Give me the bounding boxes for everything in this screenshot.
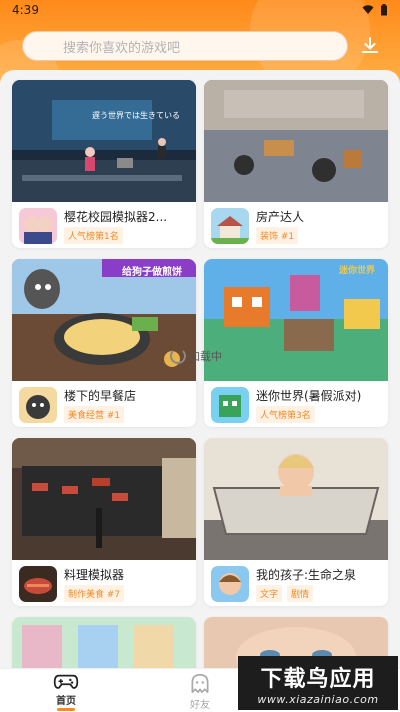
game-title: 楼下的早餐店 xyxy=(64,389,137,403)
game-card[interactable]: 给狗子做煎饼 楼下的早餐店 美食经营 #1 xyxy=(12,259,196,427)
game-tags: 制作美食 #7 xyxy=(64,585,125,602)
thumbnail-caption: 迷你世界 xyxy=(339,266,376,276)
watermark: 下载鸟应用 www.xiazainiao.com xyxy=(238,656,398,710)
thumbnail-caption: 给狗子做煎饼 xyxy=(122,267,182,278)
download-icon xyxy=(362,37,378,53)
game-thumbnail xyxy=(12,438,196,560)
tab-friends[interactable]: 好友 xyxy=(170,673,230,711)
game-tag: 制作美食 #7 xyxy=(64,585,125,602)
game-thumbnail xyxy=(12,617,196,668)
game-tags: 文字 剧情 xyxy=(256,585,314,602)
game-title: 樱花校园模拟器2... xyxy=(64,210,168,224)
game-icon xyxy=(19,566,57,602)
game-tag: 剧情 xyxy=(287,585,314,602)
game-thumbnail: 给狗子做煎饼 xyxy=(12,259,196,381)
game-icon xyxy=(211,566,249,602)
game-icon xyxy=(211,387,249,423)
thumbnail-caption: 遅う世界では生きている xyxy=(92,111,180,120)
game-tag: 人气榜第3名 xyxy=(256,406,315,423)
download-button[interactable] xyxy=(357,33,383,59)
battery-icon xyxy=(381,4,387,16)
gamepad-icon xyxy=(53,674,79,689)
tab-home-label: 首页 xyxy=(56,696,76,708)
game-tag: 人气榜第1名 xyxy=(64,227,123,244)
game-tags: 美食经营 #1 xyxy=(64,406,125,423)
game-thumbnail xyxy=(204,80,388,202)
game-tag: 文字 xyxy=(256,585,283,602)
game-tag: 美食经营 #1 xyxy=(64,406,125,423)
game-card[interactable]: 遅う世界では生きている 樱花校园模拟器2... 人气榜第1名 xyxy=(12,80,196,248)
game-icon xyxy=(19,387,57,423)
game-icon xyxy=(211,208,249,244)
game-tags: 人气榜第3名 xyxy=(256,406,315,423)
game-thumbnail: 遅う世界では生きている xyxy=(12,80,196,202)
status-icons xyxy=(362,4,388,16)
status-bar: 4:39 xyxy=(0,0,400,20)
active-tab-indicator xyxy=(57,708,75,711)
loading-indicator: 加载中 xyxy=(170,342,234,370)
game-thumbnail xyxy=(204,438,388,560)
game-title: 料理模拟器 xyxy=(64,568,125,582)
search-input[interactable]: 搜索你喜欢的游戏吧 xyxy=(22,31,348,61)
ghost-icon xyxy=(191,674,209,693)
game-card[interactable]: 料理模拟器 制作美食 #7 xyxy=(12,438,196,606)
game-icon xyxy=(19,208,57,244)
watermark-title: 下载鸟应用 xyxy=(260,666,376,692)
game-card[interactable]: 我的孩子:生命之泉 文字 剧情 xyxy=(204,438,388,606)
game-card[interactable]: 房产达人 装饰 #1 xyxy=(204,80,388,248)
spinner-icon xyxy=(170,348,186,364)
game-tags: 人气榜第1名 xyxy=(64,227,123,244)
watermark-url: www.xiazainiao.com xyxy=(257,692,379,706)
wifi-icon xyxy=(362,5,374,14)
search-placeholder: 搜索你喜欢的游戏吧 xyxy=(63,40,181,56)
game-title: 我的孩子:生命之泉 xyxy=(256,568,357,582)
game-tags: 装饰 #1 xyxy=(256,227,299,244)
tab-friends-label: 好友 xyxy=(190,700,210,711)
game-title: 迷你世界(暑假派对) xyxy=(256,389,362,403)
tab-home[interactable]: 首页 xyxy=(36,673,96,711)
status-time: 4:39 xyxy=(12,3,39,17)
game-title: 房产达人 xyxy=(256,210,305,224)
loading-text: 加载中 xyxy=(189,350,222,363)
game-card[interactable] xyxy=(12,617,196,668)
game-tag: 装饰 #1 xyxy=(256,227,299,244)
